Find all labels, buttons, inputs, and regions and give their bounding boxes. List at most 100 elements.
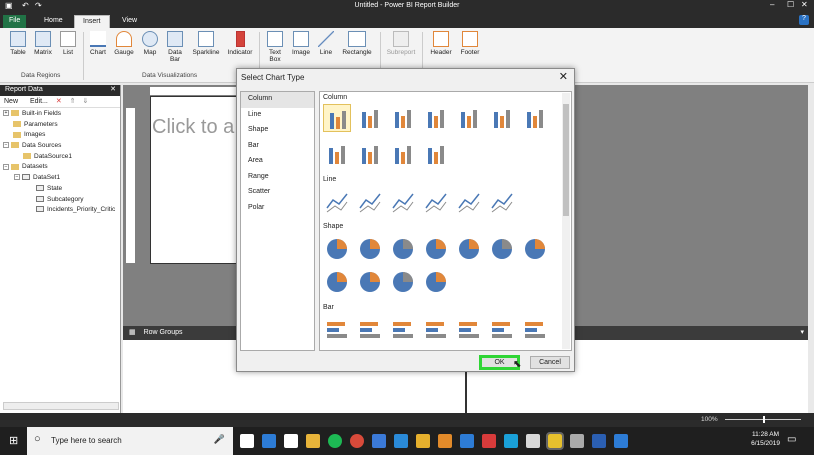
chart-type-shape-7[interactable] <box>521 235 549 263</box>
collapse-icon[interactable]: − <box>14 174 20 181</box>
dialog-close-icon[interactable]: ✕ <box>559 70 568 83</box>
new-button[interactable]: New <box>4 98 18 105</box>
task-view-icon[interactable] <box>240 434 254 448</box>
photos-icon[interactable] <box>372 434 386 448</box>
sparkline-button[interactable]: Sparkline <box>191 31 221 56</box>
undo-icon[interactable]: ↶ <box>22 1 29 10</box>
chart-type-column-6[interactable] <box>488 104 516 132</box>
close-icon[interactable]: ✕ <box>801 0 808 9</box>
chart-type-bar-3[interactable] <box>389 316 417 344</box>
chart-type-shape-4[interactable] <box>422 235 450 263</box>
chart-button[interactable]: Chart <box>86 31 110 56</box>
tree-item[interactable]: Parameters <box>3 121 117 132</box>
chevron-down-icon[interactable]: ▾ <box>800 328 804 336</box>
tree-item[interactable]: − Data Sources <box>3 142 117 153</box>
taskbar-search-box[interactable]: ○ Type here to search 🎤 <box>27 427 233 455</box>
chart-type-column-1[interactable] <box>323 104 351 132</box>
tab-view[interactable]: View <box>114 15 145 28</box>
chart-type-line-4[interactable] <box>422 188 450 216</box>
chart-type-line-3[interactable] <box>389 188 417 216</box>
app-icon[interactable] <box>482 434 496 448</box>
chart-type-line-6[interactable] <box>488 188 516 216</box>
chart-type-bar-6[interactable] <box>488 316 516 344</box>
data-bar-button[interactable]: Data Bar <box>163 31 187 63</box>
indicator-button[interactable]: Indicator <box>224 31 256 56</box>
line-button[interactable]: Line <box>314 31 338 56</box>
table-button[interactable]: Table <box>6 31 30 56</box>
collapse-icon[interactable]: − <box>3 163 9 170</box>
expand-icon[interactable]: + <box>3 110 9 117</box>
category-line[interactable]: Line <box>241 108 314 124</box>
spotify-icon[interactable] <box>328 434 342 448</box>
help-icon[interactable]: ? <box>799 15 809 25</box>
chart-type-line-2[interactable] <box>356 188 384 216</box>
subreport-button[interactable]: Subreport <box>384 31 418 56</box>
chart-type-column-4[interactable] <box>422 140 450 168</box>
app-icon[interactable] <box>416 434 430 448</box>
map-button[interactable]: Map <box>138 31 162 56</box>
tree-item[interactable]: DataSource1 <box>3 153 117 164</box>
chart-type-bar-7[interactable] <box>521 316 549 344</box>
close-pane-icon[interactable]: ✕ <box>110 85 116 93</box>
chart-type-column-7[interactable] <box>521 104 549 132</box>
matrix-button[interactable]: Matrix <box>31 31 55 56</box>
chart-type-column-3[interactable] <box>389 140 417 168</box>
tab-insert[interactable]: Insert <box>74 15 110 28</box>
chart-type-shape-2[interactable] <box>356 235 384 263</box>
minimize-icon[interactable]: – <box>770 0 774 9</box>
category-shape[interactable]: Shape <box>241 123 314 139</box>
category-column[interactable]: Column <box>241 92 314 108</box>
edit-button[interactable]: Edit... <box>30 98 48 105</box>
app-icon[interactable] <box>460 434 474 448</box>
chart-type-shape-1[interactable] <box>323 235 351 263</box>
maximize-icon[interactable]: ☐ <box>787 0 794 9</box>
chart-type-column-3[interactable] <box>389 104 417 132</box>
app-icon[interactable] <box>438 434 452 448</box>
chart-type-shape-4[interactable] <box>422 268 450 296</box>
chrome-icon[interactable] <box>350 434 364 448</box>
move-down-icon[interactable]: ⇓ <box>82 98 88 105</box>
gallery-scrollbar-thumb[interactable] <box>563 104 569 216</box>
chart-type-column-1[interactable] <box>323 140 351 168</box>
microphone-icon[interactable]: 🎤 <box>214 434 225 445</box>
rectangle-button[interactable]: Rectangle <box>341 31 373 56</box>
app-icon[interactable] <box>570 434 584 448</box>
redo-icon[interactable]: ↷ <box>35 1 42 10</box>
category-bar[interactable]: Bar <box>241 139 314 155</box>
chart-type-shape-1[interactable] <box>323 268 351 296</box>
save-icon[interactable]: ▣ <box>5 1 13 10</box>
category-range[interactable]: Range <box>241 170 314 186</box>
chart-type-line-1[interactable] <box>323 188 351 216</box>
notifications-icon[interactable]: ▭ <box>787 434 796 445</box>
chart-type-column-2[interactable] <box>356 140 384 168</box>
mail-icon[interactable] <box>284 434 298 448</box>
image-button[interactable]: Image <box>289 31 313 56</box>
chart-type-column-2[interactable] <box>356 104 384 132</box>
power-bi-report-builder-icon[interactable] <box>546 432 564 450</box>
edge-icon[interactable] <box>262 434 276 448</box>
tab-home[interactable]: Home <box>36 15 71 28</box>
header-button[interactable]: Header <box>427 31 455 56</box>
chart-type-bar-5[interactable] <box>455 316 483 344</box>
chart-type-column-5[interactable] <box>455 104 483 132</box>
tree-item[interactable]: Subcategory <box>3 196 117 207</box>
tree-item[interactable]: Incidents_Priority_Critic <box>3 206 117 217</box>
text-box-button[interactable]: Text Box <box>263 31 287 63</box>
zoom-slider-thumb[interactable] <box>763 416 765 423</box>
tree-item[interactable]: Images <box>3 131 117 142</box>
cancel-button[interactable]: Cancel <box>530 356 570 369</box>
tree-item[interactable]: + Built-in Fields <box>3 110 117 121</box>
chart-type-line-5[interactable] <box>455 188 483 216</box>
chart-type-column-4[interactable] <box>422 104 450 132</box>
chart-type-shape-2[interactable] <box>356 268 384 296</box>
word-icon[interactable] <box>592 434 606 448</box>
app-icon[interactable] <box>504 434 518 448</box>
chart-type-shape-3[interactable] <box>389 235 417 263</box>
move-up-icon[interactable]: ⇑ <box>70 98 76 105</box>
app-icon[interactable] <box>526 434 540 448</box>
tree-item[interactable]: State <box>3 185 117 196</box>
title-placeholder[interactable]: Click to a <box>152 116 234 139</box>
tree-item[interactable]: − DataSet1 <box>3 174 117 185</box>
category-area[interactable]: Area <box>241 154 314 170</box>
taskbar-clock[interactable]: 11:28 AM 6/15/2019 <box>751 430 780 448</box>
